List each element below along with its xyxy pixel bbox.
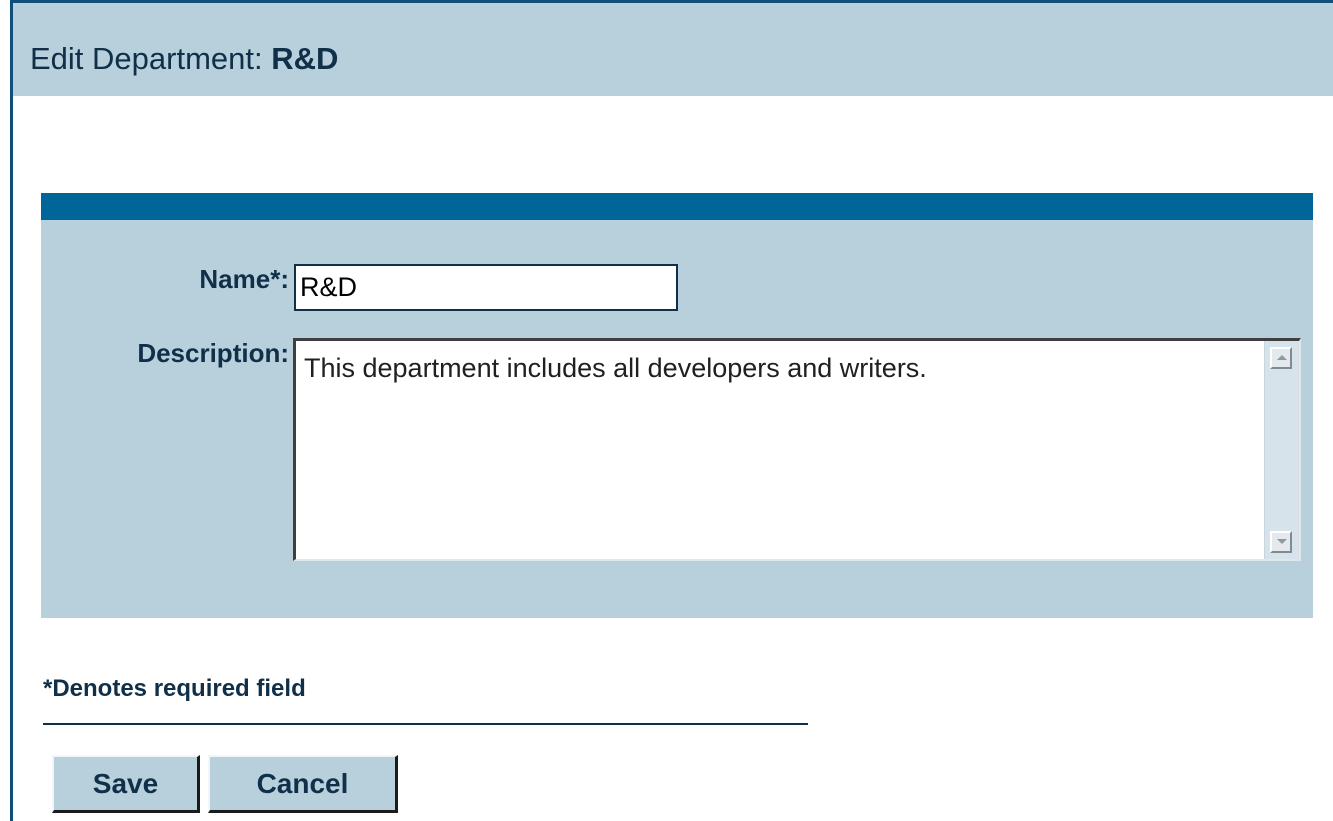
description-label: Description: [137,338,289,368]
scroll-up-arrow-icon [1277,355,1287,360]
description-scrollbar[interactable] [1264,341,1299,559]
scroll-down-arrow-icon [1277,539,1287,544]
title-bar: Edit Department: R&D [13,3,1333,96]
page-title-department-name: R&D [271,41,339,76]
cancel-button[interactable]: Cancel [208,755,398,813]
scroll-down-button[interactable] [1270,531,1292,553]
required-field-note: *Denotes required field [43,675,306,702]
scroll-up-button[interactable] [1270,347,1292,369]
name-input[interactable] [294,264,678,311]
save-button[interactable]: Save [52,755,200,813]
page-title: Edit Department: R&D [30,43,338,74]
description-text: This department includes all developers … [304,353,927,383]
form-header-stripe [41,193,1313,220]
description-textarea[interactable]: This department includes all developers … [293,338,1301,561]
form-panel: Name*: Description: This department incl… [41,193,1313,618]
edit-department-window: Edit Department: R&D Name*: Description:… [10,0,1333,821]
name-label: Name*: [199,264,289,294]
page-title-prefix: Edit Department: [30,41,272,76]
footer-divider [43,723,808,725]
